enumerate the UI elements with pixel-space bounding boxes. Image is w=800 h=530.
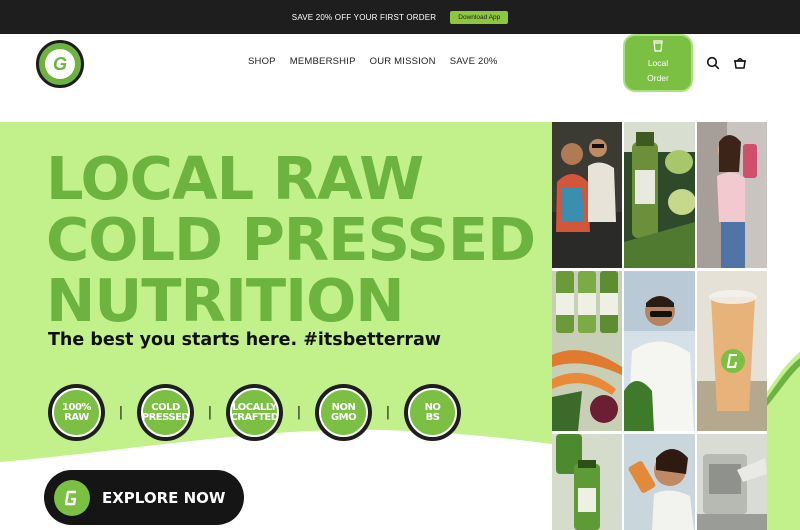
right-accent-strip [767,122,800,530]
brand-g-icon [54,479,90,516]
hero-subhead: The best you starts here. #itsbetterraw [48,330,441,350]
right-accent-shape [767,122,800,530]
badge-separator: | [118,405,124,420]
photo-woman-drinking-juice [624,434,695,530]
cup-icon [653,40,663,52]
site-header: G SHOP MEMBERSHIP OUR MISSION SAVE 20% L… [0,34,800,122]
brand-logo[interactable]: G [36,40,84,88]
logo-mark: G [45,49,75,79]
announcement-bar: SAVE 20% OFF YOUR FIRST ORDER Download A… [0,0,800,34]
nav-our-mission[interactable]: OUR MISSION [370,56,436,67]
photo-juice-bottle-cucumber [624,122,695,268]
explore-now-label: EXPLORE NOW [102,488,226,507]
headline-line-1: LOCAL RAW [46,144,424,213]
main-nav: SHOP MEMBERSHIP OUR MISSION SAVE 20% [248,56,498,67]
nav-shop[interactable]: SHOP [248,56,276,67]
local-order-button[interactable]: Local Order [623,34,693,92]
photo-juicer-machine [697,434,767,530]
announcement-text: SAVE 20% OFF YOUR FIRST ORDER [291,12,437,22]
badge-label: LOCALLY CRAFTED [230,401,279,423]
headline-line-2: COLD PRESSED [46,205,536,274]
local-order-label: Local Order [647,58,669,83]
explore-now-button[interactable]: EXPLORE NOW [44,470,244,525]
badge-label: COLD PRESSED [141,401,190,423]
badge-cold-pressed: COLD PRESSED [137,384,194,441]
nav-save-20[interactable]: SAVE 20% [450,56,498,67]
photo-man-with-sunglasses [624,271,695,431]
search-icon[interactable] [706,56,720,70]
badge-non-gmo: NON GMO [315,384,372,441]
badge-label: NON GMO [330,401,357,423]
badge-locally-crafted: LOCALLY CRAFTED [226,384,283,441]
photo-woman-drinking [697,122,767,268]
photo-green-juice [552,434,622,530]
headline-line-3: NUTRITION [46,266,405,335]
cart-icon[interactable] [733,56,747,70]
badge-no-bs: NO BS [404,384,461,441]
photo-grid [552,122,800,530]
hero-section: LOCAL RAW COLD PRESSED NUTRITION The bes… [0,122,552,530]
hero-headline: LOCAL RAW COLD PRESSED NUTRITION [46,144,536,335]
feature-badges: 100% RAW | COLD PRESSED | LOCALLY CRAFTE… [48,384,461,441]
badge-label: NO BS [424,401,441,423]
photo-bottles-vegetables [552,271,622,431]
badge-separator: | [385,405,391,420]
badge-separator: | [296,405,302,420]
badge-label: 100% RAW [62,401,91,423]
nav-membership[interactable]: MEMBERSHIP [290,56,356,67]
logo-g-icon: G [52,53,67,74]
badge-100-raw: 100% RAW [48,384,105,441]
photo-smoothie-cup [697,271,767,431]
badge-separator: | [207,405,213,420]
photo-people-group [552,122,622,268]
download-app-button[interactable]: Download App [450,10,509,24]
